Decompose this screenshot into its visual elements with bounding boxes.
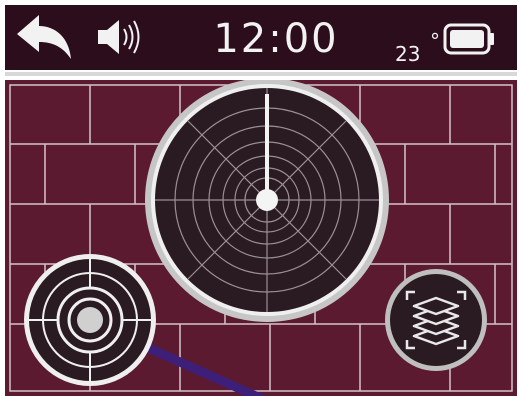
clock-display: 12:00 xyxy=(213,16,339,62)
temperature-unit: ° xyxy=(430,29,440,53)
battery-icon xyxy=(443,23,494,55)
device-screen: 12:00 23 ° xyxy=(0,0,521,396)
radar-icon[interactable] xyxy=(145,80,389,322)
layers-icon[interactable] xyxy=(385,269,487,371)
temperature-value: 23 xyxy=(395,42,421,66)
speaker-icon[interactable] xyxy=(98,20,140,54)
target-icon[interactable] xyxy=(24,254,156,386)
detector-field xyxy=(5,80,517,396)
back-arrow-icon[interactable] xyxy=(17,15,71,59)
header-divider xyxy=(5,72,517,76)
status-bar: 12:00 23 ° xyxy=(5,5,517,70)
detector-scene xyxy=(9,80,513,396)
